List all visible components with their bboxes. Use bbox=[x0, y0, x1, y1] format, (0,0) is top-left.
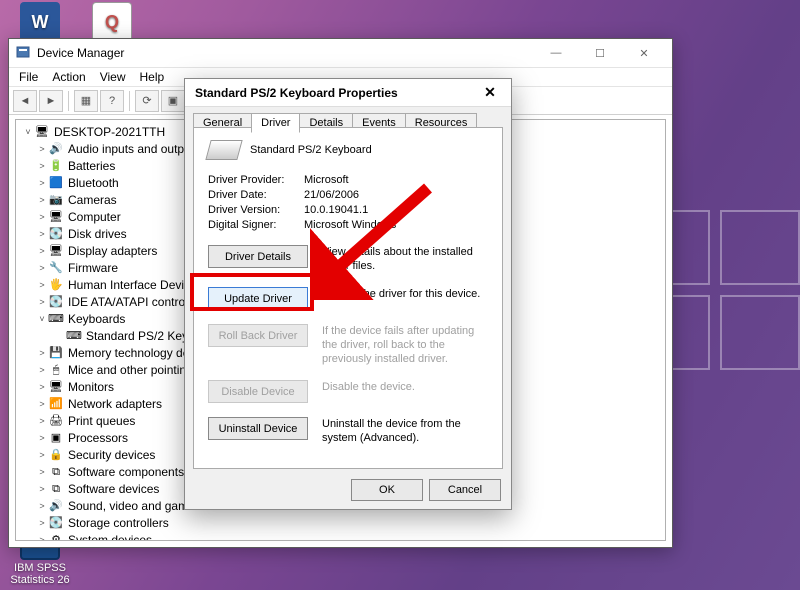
info-value: 21/06/2006 bbox=[304, 189, 359, 201]
info-value: 10.0.19041.1 bbox=[304, 204, 368, 216]
tab-driver[interactable]: Driver bbox=[251, 113, 300, 133]
info-label: Digital Signer: bbox=[208, 219, 304, 231]
menu-file[interactable]: File bbox=[19, 70, 38, 84]
uninstall-device-button[interactable]: Uninstall Device bbox=[208, 417, 308, 440]
ok-button[interactable]: OK bbox=[351, 479, 423, 501]
menu-view[interactable]: View bbox=[100, 70, 126, 84]
desktop-icon-label: IBM SPSS Statistics 26 bbox=[10, 562, 70, 586]
toolbar-scan-icon[interactable]: ⟳ bbox=[135, 90, 159, 112]
properties-dialog: Standard PS/2 Keyboard Properties ✕ Gene… bbox=[184, 78, 512, 510]
q-app-icon: Q bbox=[92, 2, 132, 42]
update-driver-button[interactable]: Update Driver bbox=[208, 287, 308, 310]
driver-details-description: View details about the installed driver … bbox=[322, 245, 488, 273]
disable-device-description: Disable the device. bbox=[322, 380, 488, 394]
driver-details-button[interactable]: Driver Details bbox=[208, 245, 308, 268]
update-driver-description: Update the driver for this device. bbox=[322, 287, 488, 301]
word-icon: W bbox=[20, 2, 60, 42]
app-icon bbox=[15, 45, 31, 61]
info-value: Microsoft Windows bbox=[304, 219, 396, 231]
titlebar[interactable]: Device Manager — ☐ ✕ bbox=[9, 39, 672, 67]
toolbar-help-icon[interactable]: ? bbox=[100, 90, 124, 112]
maximize-button[interactable]: ☐ bbox=[578, 43, 622, 63]
driver-tab-pane: Standard PS/2 Keyboard Driver Provider:M… bbox=[193, 127, 503, 469]
keyboard-icon bbox=[205, 140, 242, 160]
info-label: Driver Version: bbox=[208, 204, 304, 216]
minimize-button[interactable]: — bbox=[534, 43, 578, 63]
roll-back-driver-description: If the device fails after updating the d… bbox=[322, 324, 488, 366]
menu-help[interactable]: Help bbox=[140, 70, 165, 84]
tree-node[interactable]: >⚙System devices bbox=[22, 532, 665, 541]
forward-button[interactable]: ► bbox=[39, 90, 63, 112]
toolbar-update-icon[interactable]: ▣ bbox=[161, 90, 185, 112]
disable-device-button: Disable Device bbox=[208, 380, 308, 403]
close-button[interactable]: ✕ bbox=[622, 43, 666, 63]
dialog-title: Standard PS/2 Keyboard Properties bbox=[195, 86, 398, 100]
menu-action[interactable]: Action bbox=[52, 70, 85, 84]
info-value: Microsoft bbox=[304, 174, 349, 186]
tree-node[interactable]: >💽Storage controllers bbox=[22, 515, 665, 532]
device-name: Standard PS/2 Keyboard bbox=[250, 144, 372, 156]
info-label: Driver Date: bbox=[208, 189, 304, 201]
dialog-close-button[interactable]: ✕ bbox=[479, 82, 501, 104]
uninstall-device-description: Uninstall the device from the system (Ad… bbox=[322, 417, 488, 445]
back-button[interactable]: ◄ bbox=[13, 90, 37, 112]
cancel-button[interactable]: Cancel bbox=[429, 479, 501, 501]
toolbar-properties-icon[interactable]: ▦ bbox=[74, 90, 98, 112]
window-title: Device Manager bbox=[37, 46, 124, 60]
dialog-titlebar[interactable]: Standard PS/2 Keyboard Properties ✕ bbox=[185, 79, 511, 107]
roll-back-driver-button: Roll Back Driver bbox=[208, 324, 308, 347]
info-label: Driver Provider: bbox=[208, 174, 304, 186]
